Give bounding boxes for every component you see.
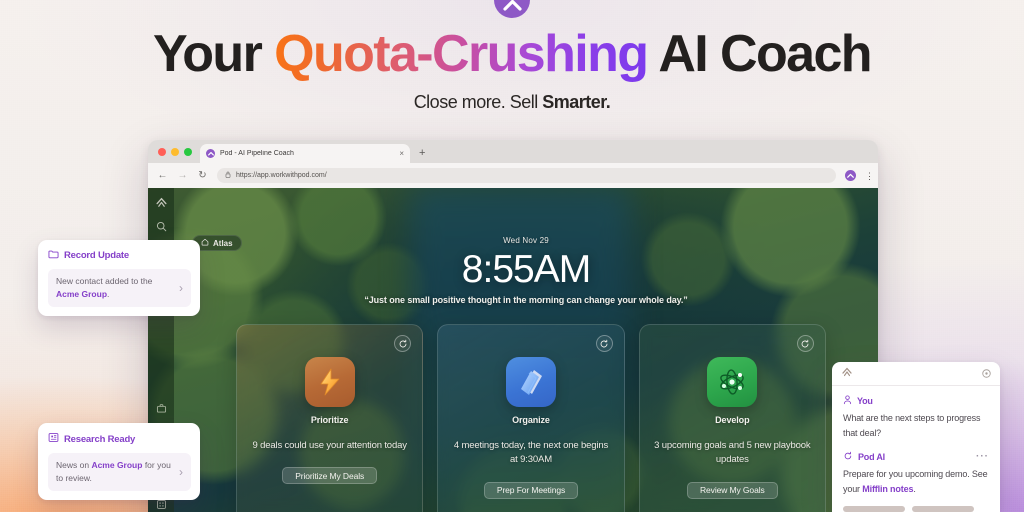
notification-header: Research Ready [48,432,191,446]
review-my-goals-button[interactable]: Review My Goals [687,481,778,499]
current-date: Wed Nov 29 [503,236,549,245]
profile-avatar[interactable] [845,170,856,181]
notification-text-after: . [107,288,110,299]
message-author-row: Pod AI ··· [843,451,989,463]
notification-card-record-update[interactable]: Record Update New contact added to the A… [38,240,200,316]
daily-quote: “Just one small positive thought in the … [364,295,688,305]
window-controls[interactable] [156,140,200,163]
minimize-window-button[interactable] [171,147,179,156]
address-bar-url: https://app.workwithpod.com/ [236,172,327,179]
notification-link[interactable]: Acme Group [91,460,142,470]
notification-body[interactable]: News on Acme Group for you to review. › [48,453,191,491]
address-bar[interactable]: https://app.workwithpod.com/ [217,168,836,183]
card-develop[interactable]: Develop 3 upcoming goals and 5 new playb… [638,324,826,512]
reload-button[interactable]: ↻ [197,170,208,181]
notification-title: Record Update [64,250,129,261]
chat-message-user: You What are the next steps to progress … [843,395,989,440]
refresh-sparkle-icon[interactable] [796,335,814,352]
tab-favicon-icon [206,149,215,158]
headline-suffix: AI Coach [647,25,872,83]
browser-menu-button[interactable]: ⋮ [865,171,874,180]
browser-tabstrip: Pod - AI Pipeline Coach × + [148,140,878,163]
card-organize[interactable]: Organize 4 meetings today, the next one … [437,324,625,512]
page-subtitle: Close more. Sell Smarter. [0,92,1024,113]
card-title: Organize [512,415,550,425]
card-body-text: 4 meetings today, the next one begins at… [453,440,609,466]
pod-ai-chat-panel: You What are the next steps to progress … [832,362,1000,512]
page-title: Your Quota-Crushing AI Coach [0,27,1024,82]
prep-for-meetings-button[interactable]: Prep For Meetings [483,481,579,499]
suggestion-chip[interactable] [912,506,974,512]
back-button[interactable]: ← [157,170,168,181]
action-cards-row: Prioritize 9 deals could use your attent… [236,324,826,512]
close-window-button[interactable] [158,147,166,156]
folder-icon [48,249,59,262]
message-author: You [857,396,873,406]
headline-prefix: Your [153,25,275,83]
notification-title: Research Ready [64,433,136,445]
user-icon [843,395,852,407]
atom-icon [707,357,758,407]
chevron-right-icon[interactable]: › [179,463,183,481]
forward-button[interactable]: → [177,170,188,181]
message-author: Pod AI [858,452,885,463]
card-body-text: 3 upcoming goals and 5 new playbook upda… [654,440,811,466]
prioritize-my-deals-button[interactable]: Prioritize My Deals [282,467,378,485]
research-card-icon [48,432,59,446]
notification-link[interactable]: Acme Group [56,289,107,299]
chat-panel-header [832,362,1000,386]
browser-tab[interactable]: Pod - AI Pipeline Coach × [200,144,410,163]
lock-icon [225,171,231,180]
new-tab-button[interactable]: + [410,144,434,163]
subtitle-normal: Close more. Sell [413,92,543,112]
headline-gradient-text: Quota-Crushing [274,25,649,83]
notification-text: News on Acme Group for you to review. [56,459,173,485]
card-prioritize[interactable]: Prioritize 9 deals could use your attent… [236,324,424,512]
tab-close-icon[interactable]: × [399,149,404,158]
sidebar-item-briefcase-icon[interactable] [154,401,169,416]
notification-card-research-ready[interactable]: Research Ready News on Acme Group for yo… [38,423,200,500]
sparkle-refresh-icon [843,451,853,463]
browser-omnibar: ← → ↻ https://app.workwithpod.com/ ⋮ [148,163,878,188]
refresh-sparkle-icon[interactable] [394,335,412,352]
notification-body[interactable]: New contact added to the Acme Group. › [48,269,191,307]
message-text: What are the next steps to progress that… [843,413,981,438]
message-text: Prepare for you upcoming demo. See your … [843,467,989,496]
notification-text-before: New contact added to the [56,276,153,286]
message-link[interactable]: Mifflin notes [862,484,913,494]
chat-message-assistant: Pod AI ··· Prepare for you upcoming demo… [843,451,989,496]
suggestion-chip[interactable] [843,506,905,512]
chevron-right-icon[interactable]: › [179,279,183,297]
refresh-sparkle-icon[interactable] [595,335,613,352]
tab-title: Pod - AI Pipeline Coach [220,150,294,157]
sidebar-item-search-icon[interactable] [154,219,169,234]
app-viewport: Atlas Wed Nov 29 8:55AM “Just one small … [148,188,878,512]
message-menu-icon[interactable]: ··· [976,452,989,462]
maximize-window-button[interactable] [184,147,192,156]
sidebar-item-pod-logo-icon[interactable] [154,195,169,210]
browser-window: Pod - AI Pipeline Coach × + ← → ↻ https:… [148,140,878,512]
notification-text: New contact added to the Acme Group. [56,275,173,301]
folder-stack-icon [505,357,556,407]
lightning-bolt-icon [304,357,355,407]
message-author-row: You [843,395,989,407]
card-title: Develop [715,415,750,425]
notification-text-before: News on [56,460,92,470]
chat-message-list: You What are the next steps to progress … [832,386,1000,496]
subtitle-bold: Smarter. [542,92,611,112]
current-time: 8:55AM [461,248,591,291]
chat-suggestion-chips [843,506,974,512]
close-circle-icon[interactable] [982,365,991,383]
card-title: Prioritize [310,415,349,425]
card-body-text: 9 deals could use your attention today [252,440,407,451]
message-text-after: . [913,483,916,494]
pod-logo-icon [841,365,853,383]
notification-header: Record Update [48,249,191,262]
